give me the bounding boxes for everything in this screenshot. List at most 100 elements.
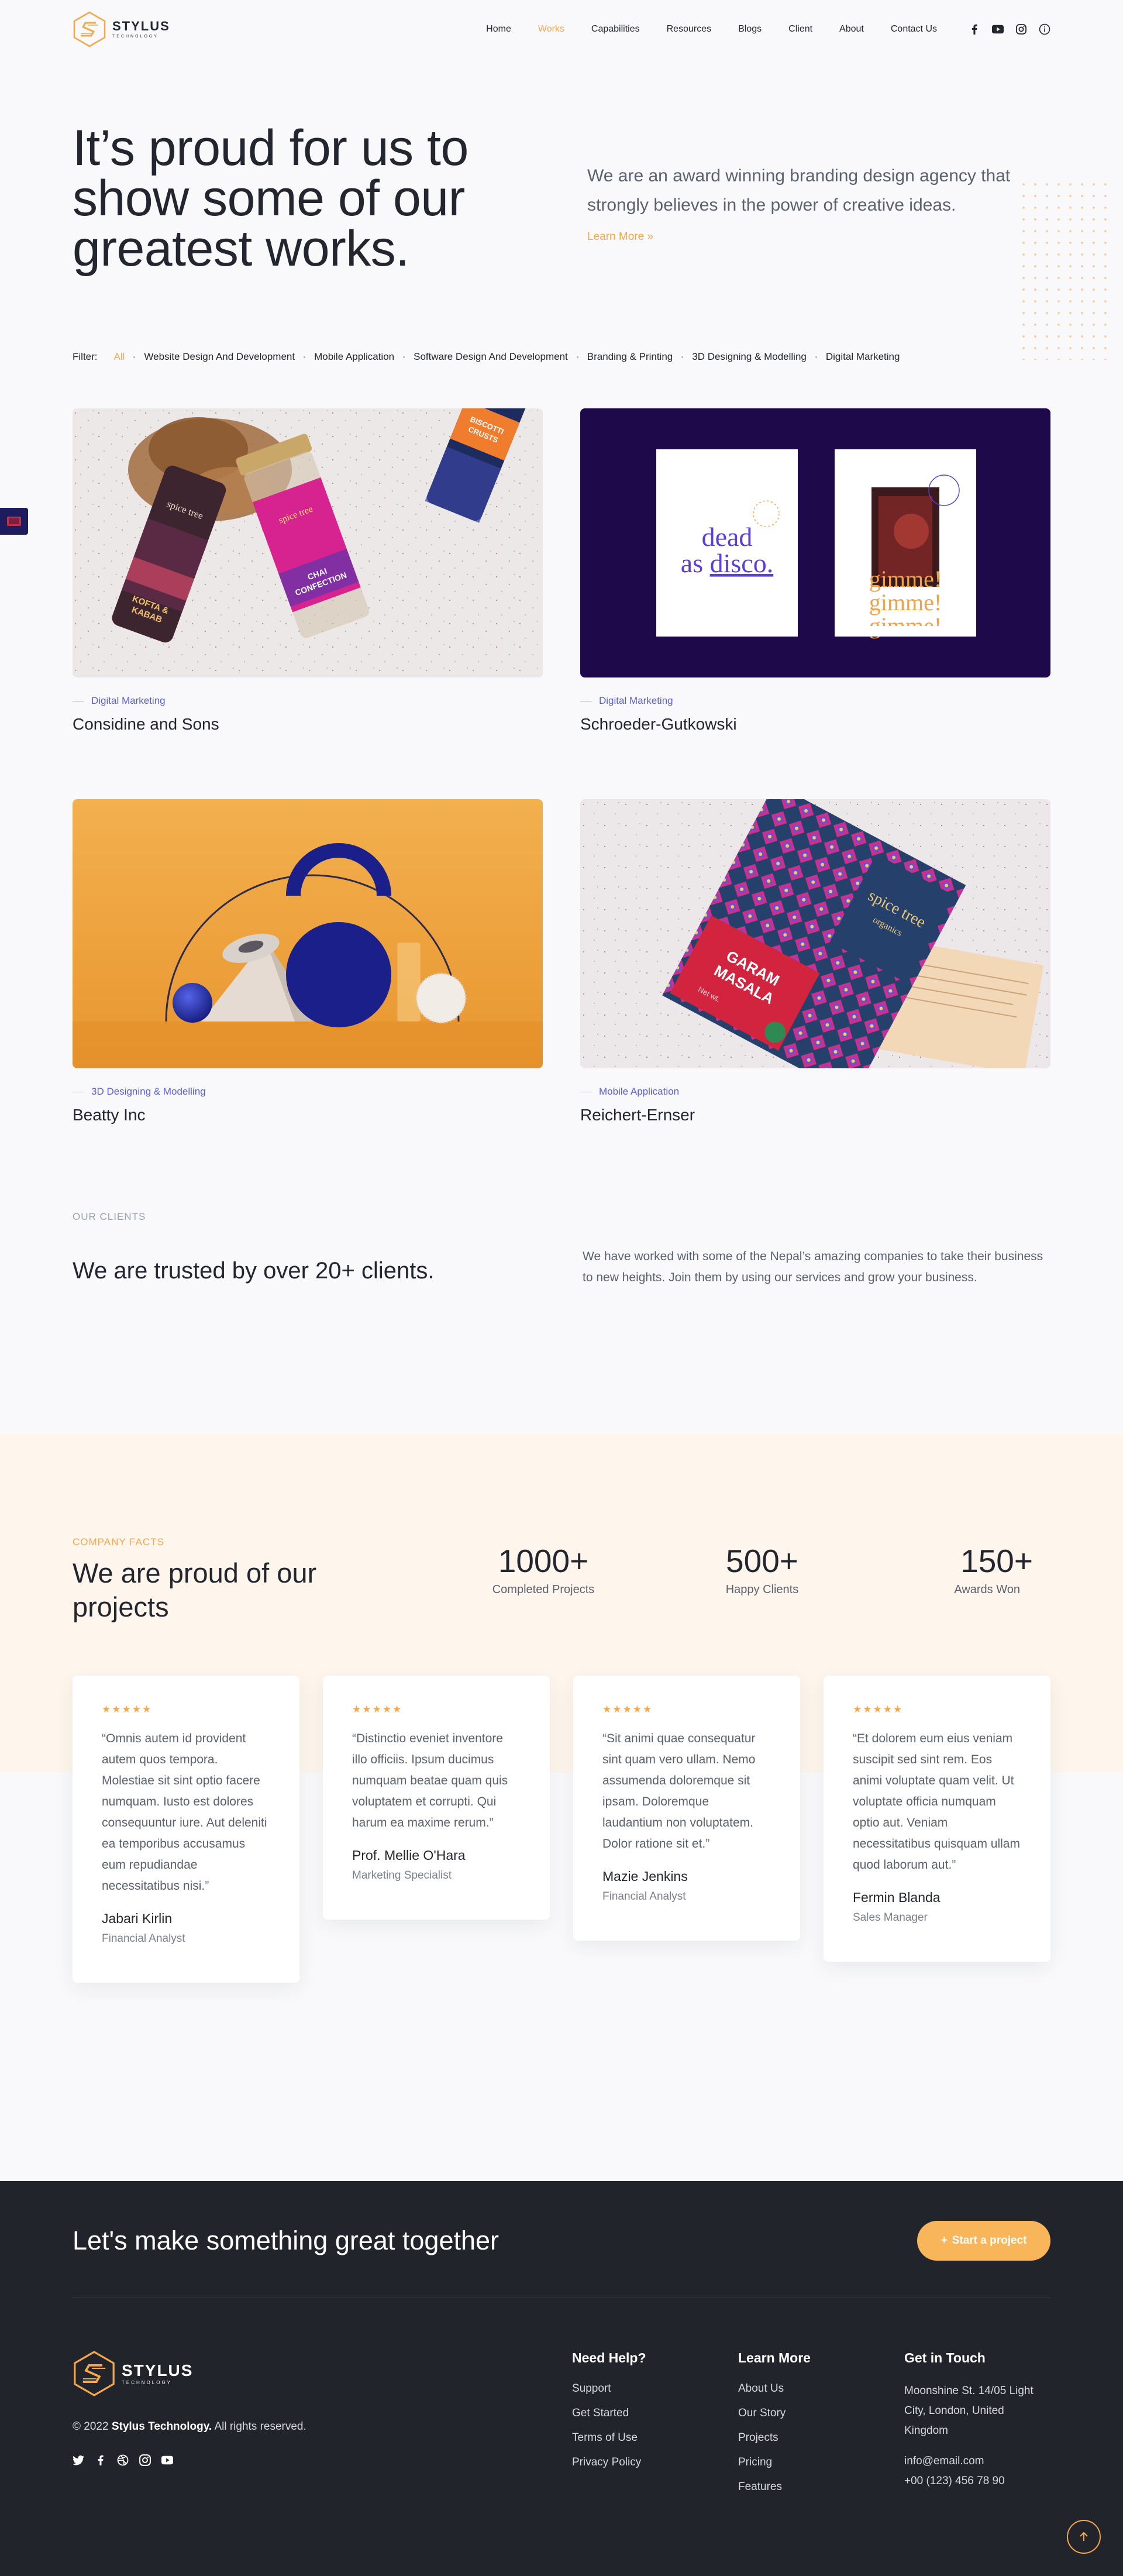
testimonial-role: Sales Manager [853,1911,928,1924]
testimonial-quote: “Distinctio eveniet inventore illo offic… [352,1732,508,1829]
cta-title: Let's make something great together [73,2226,500,2255]
filter-separator [403,356,405,358]
footer-link-about[interactable]: About Us [738,2382,904,2395]
nav-blogs[interactable]: Blogs [738,24,762,35]
hero-title: It’s proud for us to show some of our gr… [73,120,469,277]
stat-awards-won: 150+ Awards Won [871,1543,1050,1597]
rating-stars: ★★★★★ [602,1704,653,1715]
header-social [969,23,1050,35]
nav-about[interactable]: About [839,24,864,35]
instagram-icon[interactable] [1015,23,1027,35]
work-category-label[interactable]: 3D Designing & Modelling [91,1086,206,1098]
work-category: Digital Marketing [73,695,543,707]
work-category-label[interactable]: Mobile Application [599,1086,679,1098]
filter-separator [576,356,578,358]
learn-more-link[interactable]: Learn More » [587,231,653,243]
footer-link-get-started[interactable]: Get Started [572,2407,738,2420]
work-image-beatty[interactable] [73,799,543,1068]
start-project-button[interactable]: + Start a project [917,2221,1050,2261]
footer-link-projects[interactable]: Projects [738,2431,904,2444]
work-filters: Filter: All Website Design And Developme… [73,351,1050,363]
filter-all[interactable]: All [114,351,125,363]
testimonial-name: Fermin Blanda [853,1890,941,1905]
stat-value: 150+ [960,1543,1033,1579]
work-card: dead as disco. gimme! gimme! gimme! Digi… [580,408,1050,734]
work-title[interactable]: Considine and Sons [73,715,543,734]
work-title[interactable]: Beatty Inc [73,1106,543,1124]
youtube-icon[interactable] [992,23,1004,35]
facebook-icon[interactable] [95,2454,106,2466]
main-nav: Home Works Capabilities Resources Blogs … [459,24,937,35]
logo-tagline: TECHNOLOGY [112,35,159,39]
testimonial-card: ★★★★★ “Sit animi quae consequatur sint q… [573,1676,800,1941]
nav-resources[interactable]: Resources [667,24,711,35]
twitter-icon[interactable] [73,2454,84,2466]
testimonial-card: ★★★★★ “Et dolorem eum eius veniam suscip… [824,1676,1050,1962]
work-category-label[interactable]: Digital Marketing [599,695,673,707]
work-title[interactable]: Schroeder-Gutkowski [580,715,1050,734]
logo-mark [73,11,106,47]
facts-section: COMPANY FACTS We are proud of our projec… [0,1433,1123,2181]
nav-works[interactable]: Works [538,24,564,35]
footer-link-privacy[interactable]: Privacy Policy [572,2456,738,2469]
footer-link-terms[interactable]: Terms of Use [572,2431,738,2444]
nav-home[interactable]: Home [486,24,511,35]
instagram-icon[interactable] [139,2454,151,2466]
stat-value: 500+ [726,1543,798,1579]
facebook-icon[interactable] [969,23,980,35]
site-header: STYLUS TECHNOLOGY Home Works Capabilitie… [0,0,1123,59]
nav-contact[interactable]: Contact Us [891,24,937,35]
footer-col-learn: Learn More About Us Our Story Projects P… [738,2350,904,2505]
footer-phone[interactable]: +00 (123) 456 78 90 [904,2475,1005,2487]
testimonial-role: Financial Analyst [102,1932,185,1945]
footer-link-support[interactable]: Support [572,2382,738,2395]
stat-label: Awards Won [954,1583,1020,1596]
filter-software-design[interactable]: Software Design And Development [414,351,568,363]
footer-link-story[interactable]: Our Story [738,2407,904,2420]
copyright-brand: Stylus Technology. [111,2420,212,2433]
stat-label: Completed Projects [492,1583,595,1596]
clients-section: OUR CLIENTS We are trusted by over 20+ c… [0,1211,1123,1433]
footer-link-features[interactable]: Features [738,2481,904,2494]
filter-separator [681,356,684,358]
work-card: spice tree organics GARAM MASALA Net wt.… [580,799,1050,1124]
footer-address: Moonshine St. 14/05 Light City, London, … [904,2385,1034,2437]
testimonial-quote: “Et dolorem eum eius veniam suscipit sed… [853,1732,1020,1872]
filter-branding-printing[interactable]: Branding & Printing [587,351,673,363]
nav-client[interactable]: Client [788,24,812,35]
stat-label: Happy Clients [725,1583,799,1596]
stat-happy-clients: 500+ Happy Clients [653,1543,871,1597]
youtube-icon[interactable] [161,2454,173,2466]
filter-website-design[interactable]: Website Design And Development [144,351,295,363]
poster1-line2: as disco. [681,548,773,578]
poster1-line1: dead [702,522,753,552]
clients-title: We are trusted by over 20+ clients. [73,1258,435,1284]
footer-link-pricing[interactable]: Pricing [738,2456,904,2469]
work-title[interactable]: Reichert-Ernser [580,1106,1050,1124]
facts-title: We are proud of our projects [73,1557,317,1622]
rating-stars: ★★★★★ [853,1704,904,1715]
filter-digital-marketing[interactable]: Digital Marketing [826,351,900,363]
work-image-considine[interactable]: spice tree KOFTA & KABAB spice tree CHAI [73,408,543,677]
testimonial-name: Prof. Mellie O'Hara [352,1848,466,1863]
footer-email-text[interactable]: info@email.com [904,2455,984,2467]
logo[interactable]: STYLUS TECHNOLOGY [73,11,170,47]
plus-icon: + [941,2234,948,2247]
side-demo-tab[interactable] [0,508,28,535]
filter-mobile-application[interactable]: Mobile Application [314,351,394,363]
info-icon[interactable] [1039,23,1050,35]
footer-email[interactable]: info@email.com +00 (123) 456 78 90 [904,2451,1050,2491]
nav-capabilities[interactable]: Capabilities [591,24,640,35]
testimonial-quote: “Omnis autem id provident autem quos tem… [102,1732,267,1893]
footer-logo[interactable]: STYLUS TECHNOLOGY [73,2350,388,2397]
rating-stars: ★★★★★ [102,1704,153,1715]
work-image-schroeder[interactable]: dead as disco. gimme! gimme! gimme! [580,408,1050,677]
filter-separator [815,356,817,358]
filter-separator [304,356,306,358]
stats-group: 1000+ Completed Projects 500+ Happy Clie… [434,1543,1050,1597]
scroll-to-top-button[interactable] [1067,2520,1101,2554]
work-category-label[interactable]: Digital Marketing [91,695,166,707]
filter-3d-designing[interactable]: 3D Designing & Modelling [692,351,807,363]
work-image-reichert[interactable]: spice tree organics GARAM MASALA Net wt. [580,799,1050,1068]
dribbble-icon[interactable] [117,2454,129,2466]
